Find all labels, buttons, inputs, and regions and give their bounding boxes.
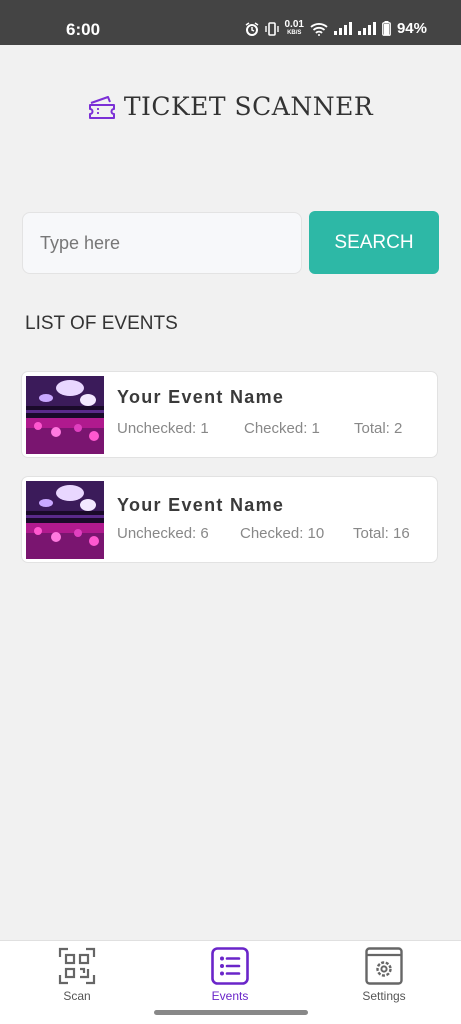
status-bar: 6:00 0.01 KB/S 94% [0,0,461,45]
total-count: Total: 2 [354,420,403,437]
list-icon [211,947,249,985]
nav-label-events: Events [211,989,249,1003]
checked-count: Checked: 10 [240,525,325,542]
signal-icon-2 [357,22,376,35]
total-count: Total: 16 [353,525,410,542]
battery-icon [382,21,391,36]
battery-level: 94% [396,20,427,37]
qr-code-icon [58,947,96,985]
unchecked-count: Unchecked: 6 [117,525,209,542]
search-button[interactable]: SEARCH [309,211,439,274]
nav-label-settings: Settings [362,989,406,1003]
signal-icon [333,22,352,35]
net-speed-value: 0.01 [284,18,304,30]
nav-item-scan[interactable]: Scan [17,941,137,1011]
status-time: 6:00 [66,20,101,39]
event-thumbnail [26,376,104,454]
event-stats: Unchecked: 1 Checked: 1 Total: 2 [117,420,417,437]
vibrate-icon [264,21,279,36]
checked-count: Checked: 1 [244,420,320,437]
nav-item-events[interactable]: Events [170,941,290,1011]
event-name: Your Event Name [117,387,285,407]
app-title: TICKET SCANNER [123,92,374,121]
event-name: Your Event Name [117,495,285,515]
section-title: LIST OF EVENTS [25,313,178,334]
alarm-icon [245,21,258,36]
app-header: TICKET SCANNER [0,92,461,121]
wifi-icon [310,22,328,36]
nav-label-scan: Scan [63,989,91,1003]
event-thumbnail [26,481,104,559]
ticket-icon [88,95,115,119]
nav-item-settings[interactable]: Settings [324,941,444,1011]
status-icons: 0.01 KB/S 94% [245,18,427,37]
search-input[interactable] [22,212,302,274]
home-indicator [154,1010,308,1015]
event-card[interactable]: Your Event Name Unchecked: 6 Checked: 10… [21,476,438,563]
event-stats: Unchecked: 6 Checked: 10 Total: 16 [117,525,417,542]
network-speed: 0.01 KB/S [284,18,304,37]
unchecked-count: Unchecked: 1 [117,420,209,437]
settings-gear-icon [365,947,403,985]
event-card[interactable]: Your Event Name Unchecked: 1 Checked: 1 … [21,371,438,458]
net-speed-unit: KB/S [287,29,302,36]
